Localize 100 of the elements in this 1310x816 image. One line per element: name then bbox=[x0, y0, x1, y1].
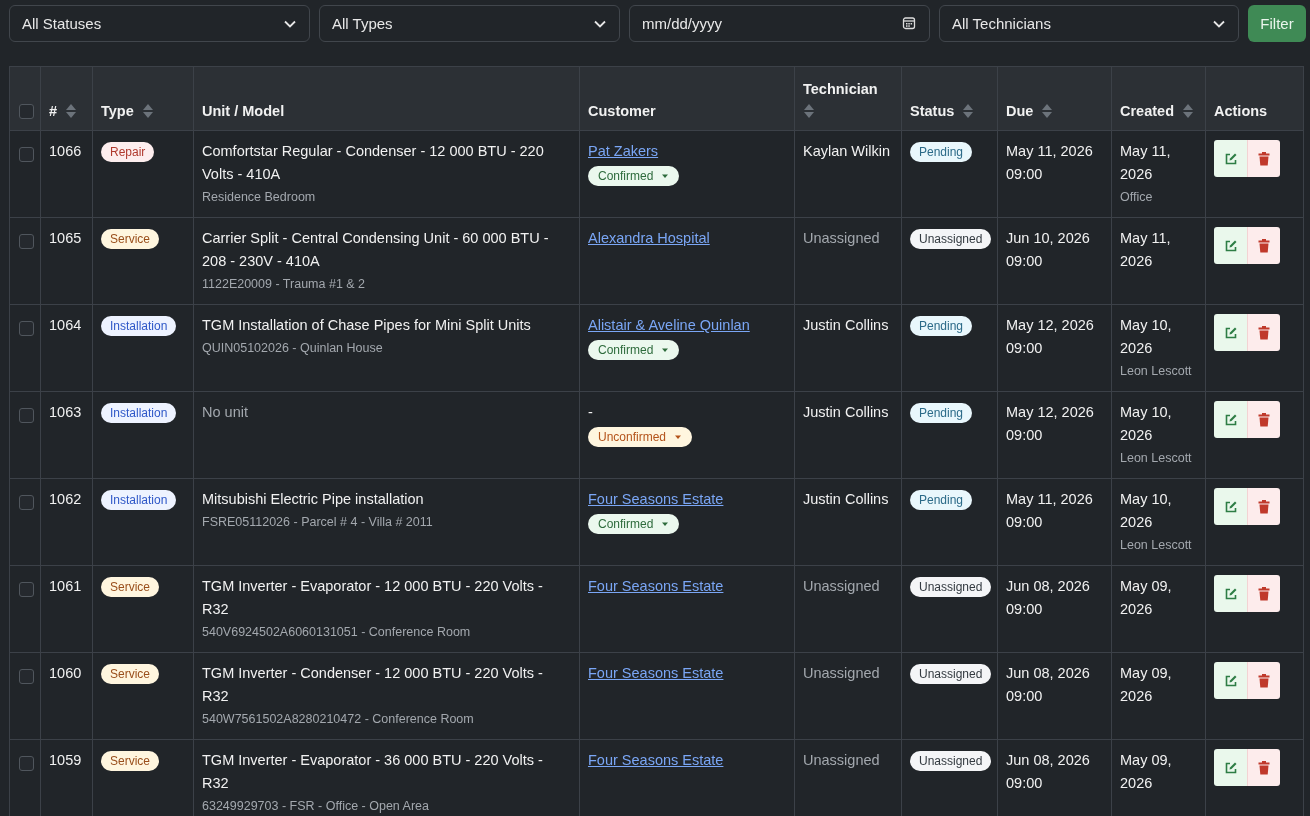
filter-select[interactable]: All Statuses bbox=[9, 5, 310, 42]
edit-button[interactable] bbox=[1214, 314, 1247, 351]
unit-title: TGM Inverter - Evaporator - 12 000 BTU - 220 Volts - R32 bbox=[202, 577, 544, 619]
column-header[interactable]: Type bbox=[101, 103, 154, 119]
trash-icon bbox=[1258, 586, 1270, 601]
delete-button[interactable] bbox=[1247, 227, 1280, 264]
edit-icon bbox=[1223, 412, 1238, 427]
unit-title: No unit bbox=[202, 403, 249, 422]
unit-title: TGM Inverter - Condenser - 12 000 BTU - 220 Volts - R32 bbox=[202, 664, 544, 706]
trash-icon bbox=[1258, 673, 1270, 688]
created-by: Office bbox=[1120, 189, 1154, 206]
edit-button[interactable] bbox=[1214, 575, 1247, 612]
row-checkbox[interactable] bbox=[19, 755, 34, 771]
customer-link[interactable]: Four Seasons Estate bbox=[588, 491, 724, 507]
date-field[interactable]: mm/dd/yyyy bbox=[629, 5, 930, 42]
unit-title: Mitsubishi Electric Pipe installation bbox=[202, 490, 425, 509]
status-badge: Pending bbox=[910, 316, 973, 336]
due-text: 09:00 bbox=[1006, 426, 1044, 445]
customer-name: - bbox=[588, 403, 594, 422]
row-checkbox[interactable] bbox=[19, 581, 34, 597]
row-checkbox[interactable] bbox=[19, 494, 34, 510]
due-text: Jun 08, 2026 bbox=[1006, 664, 1091, 683]
calendar-icon bbox=[902, 16, 916, 30]
row-checkbox[interactable] bbox=[19, 233, 34, 249]
trash-icon bbox=[1258, 412, 1270, 427]
due-text: Jun 08, 2026 bbox=[1006, 751, 1091, 770]
select-all-checkbox[interactable] bbox=[19, 104, 34, 119]
edit-button[interactable] bbox=[1214, 488, 1247, 525]
customer-link[interactable]: Four Seasons Estate bbox=[588, 578, 724, 594]
edit-button[interactable] bbox=[1214, 749, 1247, 786]
delete-button[interactable] bbox=[1247, 140, 1280, 177]
edit-icon bbox=[1223, 673, 1238, 688]
technician-name: Unassigned bbox=[803, 230, 880, 246]
confirmation-dropdown[interactable]: Confirmed bbox=[588, 514, 680, 534]
due-text: 09:00 bbox=[1006, 600, 1044, 619]
technician-name: Justin Collins bbox=[803, 317, 889, 333]
column-header: Actions bbox=[1214, 103, 1268, 119]
due-text: 09:00 bbox=[1006, 774, 1044, 793]
sort-icon[interactable] bbox=[1041, 103, 1054, 119]
created-by: Leon Lescott bbox=[1120, 363, 1193, 380]
due-text: Jun 10, 2026 bbox=[1006, 229, 1091, 248]
unit-subtitle: 540W7561502A8280210472 - Conference Room bbox=[202, 711, 475, 728]
caret-icon bbox=[674, 434, 683, 440]
technician-name: Justin Collins bbox=[803, 491, 889, 507]
row-checkbox[interactable] bbox=[19, 146, 34, 162]
created-date: May 09, 2026 bbox=[1120, 664, 1173, 706]
delete-button[interactable] bbox=[1247, 749, 1280, 786]
job-number: 1063 bbox=[49, 404, 82, 420]
caret-icon bbox=[661, 173, 670, 179]
row-checkbox[interactable] bbox=[19, 320, 34, 336]
confirmation-dropdown[interactable]: Confirmed bbox=[588, 166, 680, 186]
due-text: May 11, 2026 bbox=[1006, 142, 1094, 161]
sort-icon[interactable] bbox=[1182, 103, 1194, 119]
column-header: Customer bbox=[588, 103, 656, 119]
customer-link[interactable]: Pat Zakers bbox=[588, 143, 659, 159]
technician-name: Unassigned bbox=[803, 752, 880, 768]
column-header: Unit / Model bbox=[202, 103, 285, 119]
delete-button[interactable] bbox=[1247, 314, 1280, 351]
filter-select[interactable]: All Types bbox=[319, 5, 620, 42]
status-badge: Unassigned bbox=[910, 751, 992, 771]
delete-button[interactable] bbox=[1247, 401, 1280, 438]
type-badge: Installation bbox=[101, 403, 177, 423]
customer-link[interactable]: Alistair & Aveline Quinlan bbox=[588, 317, 750, 333]
customer-link[interactable]: Four Seasons Estate bbox=[588, 665, 724, 681]
filter-button[interactable]: Filter bbox=[1248, 5, 1306, 42]
edit-button[interactable] bbox=[1214, 140, 1247, 177]
customer-link[interactable]: Alexandra Hospital bbox=[588, 230, 710, 246]
row-checkbox[interactable] bbox=[19, 668, 34, 684]
unit-title: TGM Installation of Chase Pipes for Mini Split Units bbox=[202, 316, 532, 335]
edit-button[interactable] bbox=[1214, 662, 1247, 699]
delete-button[interactable] bbox=[1247, 575, 1280, 612]
sort-icon[interactable] bbox=[962, 103, 975, 119]
trash-icon bbox=[1258, 499, 1270, 514]
created-date: May 10, 2026 bbox=[1120, 490, 1173, 532]
row-checkbox[interactable] bbox=[19, 407, 34, 423]
filter-select[interactable]: All Technicians bbox=[939, 5, 1239, 42]
confirmation-dropdown[interactable]: Unconfirmed bbox=[588, 427, 693, 447]
due-text: May 11, 2026 bbox=[1006, 490, 1094, 509]
confirmation-dropdown[interactable]: Confirmed bbox=[588, 340, 680, 360]
sort-icon[interactable] bbox=[65, 103, 78, 119]
edit-button[interactable] bbox=[1214, 401, 1247, 438]
sort-icon[interactable] bbox=[803, 103, 815, 119]
delete-button[interactable] bbox=[1247, 488, 1280, 525]
trash-icon bbox=[1258, 760, 1270, 775]
created-date: May 09, 2026 bbox=[1120, 751, 1173, 793]
column-header[interactable]: Created bbox=[1120, 103, 1194, 119]
unit-subtitle: FSRE05112026 - Parcel # 4 - Villa # 2011 bbox=[202, 514, 434, 531]
unit-subtitle: QUIN05102026 - Quinlan House bbox=[202, 340, 384, 357]
type-badge: Service bbox=[101, 664, 159, 684]
due-text: 09:00 bbox=[1006, 687, 1044, 706]
type-badge: Service bbox=[101, 229, 159, 249]
sort-icon[interactable] bbox=[141, 103, 154, 119]
edit-button[interactable] bbox=[1214, 227, 1247, 264]
customer-link[interactable]: Four Seasons Estate bbox=[588, 752, 724, 768]
status-badge: Pending bbox=[910, 142, 973, 162]
column-header[interactable]: Status bbox=[910, 103, 975, 119]
column-header[interactable]: Due bbox=[1006, 103, 1054, 119]
edit-icon bbox=[1223, 325, 1238, 340]
column-header[interactable]: # bbox=[49, 103, 78, 119]
delete-button[interactable] bbox=[1247, 662, 1280, 699]
